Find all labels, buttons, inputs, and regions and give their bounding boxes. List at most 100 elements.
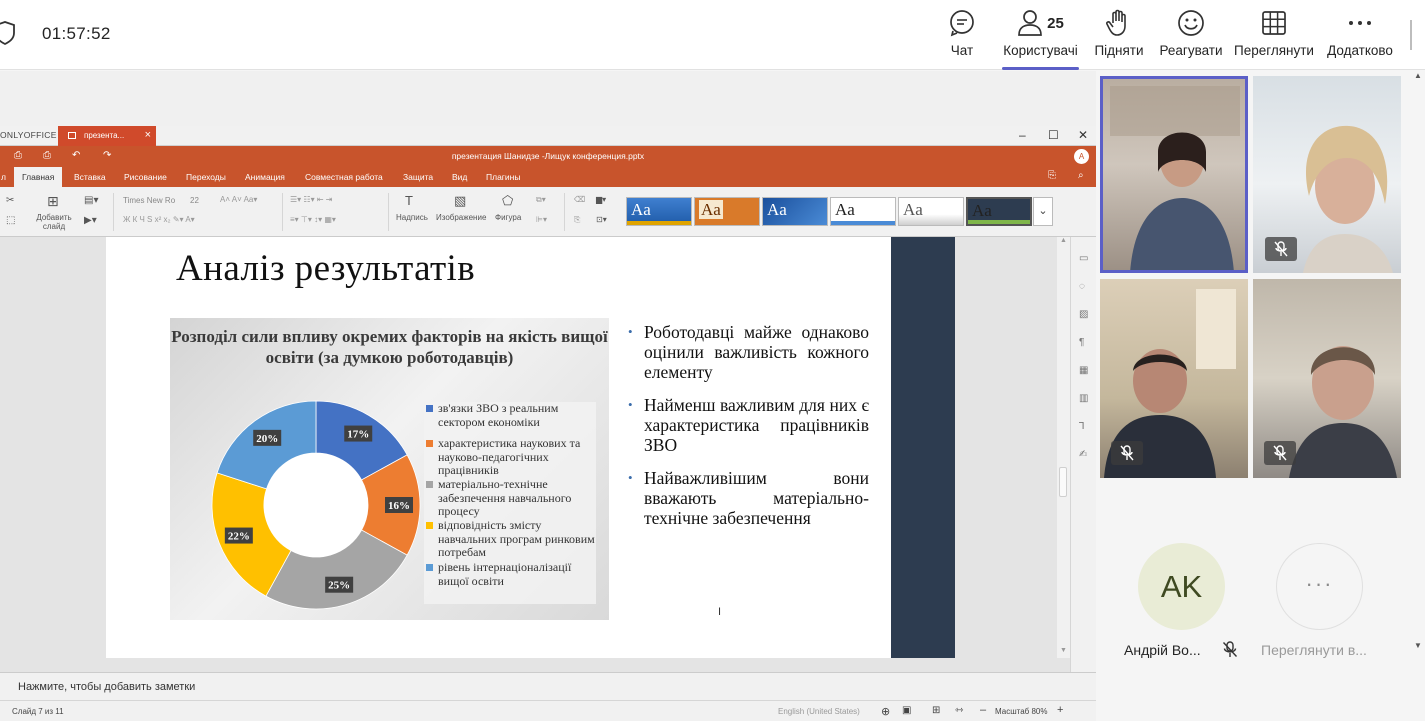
image-button[interactable]: Изображение: [436, 213, 486, 222]
view-all-participants-button[interactable]: ···: [1276, 543, 1363, 630]
image-settings-icon[interactable]: ▨: [1079, 309, 1088, 320]
slide-counter[interactable]: Слайд 7 из 11: [12, 707, 64, 716]
participant-video-4[interactable]: [1253, 279, 1401, 478]
spellcheck-icon[interactable]: ▣: [902, 705, 911, 716]
theme-thumbnail[interactable]: Aa: [626, 197, 692, 226]
theme-thumbnail[interactable]: Aa: [762, 197, 828, 226]
fit-slide-icon[interactable]: ⊞: [932, 705, 940, 716]
align-shape-icon[interactable]: ⊫▾: [536, 215, 547, 224]
slideshow-icon[interactable]: ▶▾: [84, 215, 97, 226]
textbox-icon[interactable]: T: [405, 193, 413, 208]
document-tab[interactable]: презента... ×: [58, 126, 156, 146]
notes-panel[interactable]: Нажмите, чтобы добавить заметки: [0, 672, 1096, 700]
scroll-down-icon[interactable]: ▼: [1414, 641, 1422, 650]
font-name-select[interactable]: Times New Ro: [123, 196, 175, 205]
cut-icon[interactable]: ✂: [6, 195, 14, 206]
view-all-label[interactable]: Переглянути в...: [1261, 642, 1367, 658]
chart-settings-icon[interactable]: ▥: [1079, 393, 1088, 404]
react-button[interactable]: Реагувати: [1159, 8, 1223, 64]
add-slide-button[interactable]: Добавить слайд: [34, 213, 74, 231]
donut-hole: [264, 453, 368, 557]
shape-icon[interactable]: ⬠: [502, 193, 513, 209]
theme-thumbnail[interactable]: Aa: [898, 197, 964, 226]
chat-button[interactable]: Чат: [946, 8, 978, 64]
editor-titlebar: ⎙ ⎙ ↶ ↷ презентация Шанидзе -Лищук конфе…: [0, 146, 1096, 167]
participant-avatar[interactable]: AK: [1138, 543, 1225, 630]
text-style-icons[interactable]: Ж К Ч S x² x₂ ✎▾ A▾: [123, 215, 195, 224]
themes-expand-button[interactable]: ⌄: [1033, 197, 1053, 226]
menu-protection[interactable]: Защита: [403, 172, 433, 182]
font-grow-icon[interactable]: A˄ A˅ Aa▾: [220, 195, 257, 204]
list-icons[interactable]: ☰▾ ☷▾ ⇤ ⇥: [290, 195, 332, 204]
paragraph-settings-icon[interactable]: ¶: [1079, 337, 1084, 348]
signature-settings-icon[interactable]: ✍: [1079, 449, 1087, 460]
arrange-icon[interactable]: ⧉▾: [536, 195, 546, 205]
zoom-level[interactable]: Масштаб 80%: [995, 707, 1047, 716]
search-icon[interactable]: ⌕: [1078, 170, 1084, 181]
layout-icon[interactable]: ▤▾: [84, 195, 98, 206]
zoom-out-icon[interactable]: –: [980, 704, 986, 716]
menu-file[interactable]: л: [1, 172, 6, 182]
scroll-up-icon[interactable]: ▲: [1060, 237, 1067, 244]
maximize-icon[interactable]: ☐: [1048, 128, 1059, 142]
scroll-up-icon[interactable]: ▲: [1414, 71, 1422, 80]
slide-scrollbar[interactable]: ▲ ▼: [1057, 237, 1070, 658]
select-icon[interactable]: ⬚: [6, 215, 15, 226]
textart-settings-icon[interactable]: Ꞁ: [1079, 421, 1085, 432]
raise-hand-button[interactable]: Підняти: [1094, 8, 1144, 64]
language-select[interactable]: English (United States): [778, 707, 860, 716]
textbox-button[interactable]: Надпись: [396, 213, 428, 222]
color-scheme-icon[interactable]: ▆▾: [596, 195, 606, 204]
slide-size-icon[interactable]: ⊡▾: [596, 215, 607, 224]
bullet-item: Найменш важливим для них є характеристик…: [628, 395, 869, 455]
chart-legend: зв'язки ЗВО з реальним сектором економік…: [424, 401, 596, 604]
menu-collaboration[interactable]: Совместная работа: [305, 172, 383, 182]
menu-transitions[interactable]: Переходы: [186, 172, 226, 182]
slide-title[interactable]: Аналіз результатів: [176, 247, 475, 290]
theme-thumbnail[interactable]: Aa: [830, 197, 896, 226]
scroll-down-icon[interactable]: ▼: [1060, 647, 1067, 654]
table-settings-icon[interactable]: ▦: [1079, 365, 1088, 376]
menu-plugins[interactable]: Плагины: [486, 172, 520, 182]
people-button[interactable]: 25 Користувачі: [1002, 8, 1079, 70]
menu-draw[interactable]: Рисование: [124, 172, 167, 182]
participant-video-3[interactable]: [1100, 279, 1248, 478]
editor-toolbar: ✂ ⬚ ⊞ Добавить слайд ▤▾ ▶▾ Times New Ro …: [0, 187, 1096, 237]
user-avatar[interactable]: A: [1074, 149, 1089, 164]
clear-style-icon[interactable]: ⌫: [574, 195, 585, 204]
fit-width-icon[interactable]: ⇿: [955, 705, 963, 716]
slide-bullets[interactable]: Роботодавці майже однаково оцінили важли…: [628, 322, 869, 541]
globe-icon[interactable]: ⊕: [881, 705, 890, 718]
image-icon[interactable]: ▧: [454, 193, 466, 209]
scroll-thumb[interactable]: [1059, 467, 1067, 497]
toolbar-separator: [113, 193, 114, 231]
minimize-icon[interactable]: –: [1019, 128, 1026, 142]
add-slide-icon[interactable]: ⊞: [47, 193, 59, 210]
more-button[interactable]: Додатково: [1326, 8, 1394, 64]
close-window-icon[interactable]: ✕: [1078, 128, 1088, 142]
slide-settings-icon[interactable]: ▭: [1079, 253, 1088, 264]
theme-thumbnail[interactable]: Aa: [694, 197, 760, 226]
align-icons[interactable]: ≡▾ ⊤▾ ↕▾ ▦▾: [290, 215, 336, 224]
zoom-in-icon[interactable]: +: [1057, 704, 1063, 716]
menu-view[interactable]: Вид: [452, 172, 467, 182]
legend-item: відповідність змісту навчальних програм …: [424, 518, 596, 560]
menu-insert[interactable]: Вставка: [74, 172, 106, 182]
menu-home[interactable]: Главная: [14, 167, 63, 187]
participants-scrollbar[interactable]: ▲ ▼: [1410, 71, 1425, 721]
view-button[interactable]: Переглянути: [1234, 8, 1314, 64]
font-size-select[interactable]: 22: [190, 196, 199, 205]
close-tab-icon[interactable]: ×: [145, 129, 151, 141]
document-icon: [68, 132, 76, 139]
participant-video-1[interactable]: [1100, 76, 1248, 273]
copy-style-icon[interactable]: ⎘: [574, 215, 580, 225]
right-settings-panel: ▭ ◌ ▨ ¶ ▦ ▥ Ꞁ ✍: [1070, 237, 1096, 672]
shape-settings-icon[interactable]: ◌: [1079, 281, 1085, 292]
meeting-toolbar: 01:57:52 Чат 25 Користувачі Підняти Реаг…: [0, 0, 1425, 70]
shape-button[interactable]: Фигура: [495, 213, 521, 222]
participant-video-2[interactable]: [1253, 76, 1401, 273]
menu-animation[interactable]: Анимация: [245, 172, 285, 182]
open-location-icon[interactable]: ⎘: [1048, 170, 1056, 181]
theme-thumbnail-selected[interactable]: Aa: [966, 197, 1032, 226]
notes-placeholder: Нажмите, чтобы добавить заметки: [18, 681, 196, 693]
